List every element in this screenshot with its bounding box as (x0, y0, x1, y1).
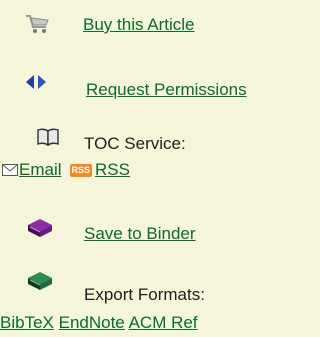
email-link[interactable]: Email (19, 160, 62, 179)
rss-badge-icon: RSS (69, 164, 93, 177)
toc-service-heading: TOC Service: (84, 134, 186, 153)
acm-ref-link[interactable]: ACM Ref (129, 313, 198, 332)
permissions-arrows-icon (26, 75, 46, 89)
endnote-link[interactable]: EndNote (59, 313, 125, 332)
save-to-binder-link[interactable]: Save to Binder (84, 224, 196, 244)
export-formats-heading: Export Formats: (84, 285, 205, 304)
cart-icon (26, 15, 49, 33)
request-permissions-link[interactable]: Request Permissions (86, 80, 247, 100)
buy-article-link[interactable]: Buy this Article (83, 15, 195, 35)
rss-link[interactable]: RSS (95, 160, 130, 179)
open-book-icon (37, 128, 59, 147)
purple-book-icon (28, 219, 52, 237)
green-book-icon (28, 272, 52, 290)
bibtex-link[interactable]: BibTeX (0, 313, 54, 332)
envelope-icon (2, 164, 18, 176)
